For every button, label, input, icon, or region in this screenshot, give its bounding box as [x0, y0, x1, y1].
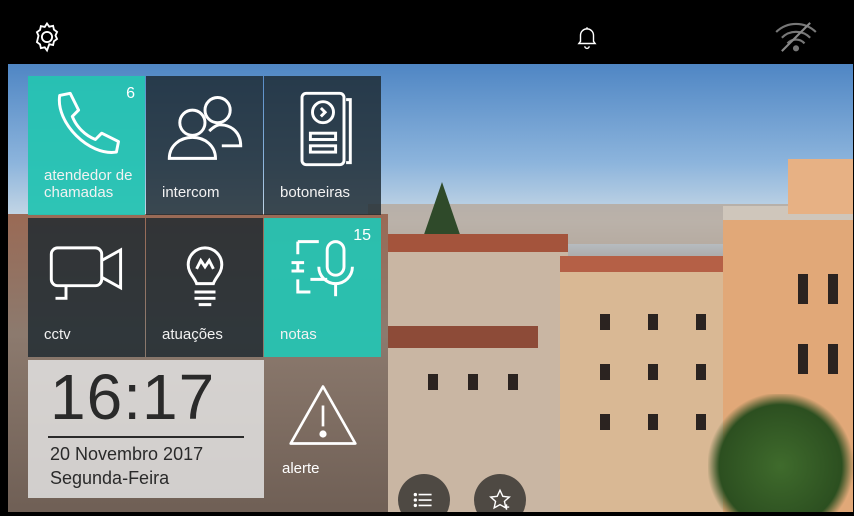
tile-botoneiras[interactable]: botoneiras — [264, 76, 381, 215]
tile-cctv[interactable]: cctv — [28, 218, 145, 357]
clock-widget: 16:17 20 Novembro 2017 Segunda-Feira — [28, 360, 264, 498]
tile-label: atendedor de chamadas — [44, 167, 133, 201]
home-screen: 6 atendedor de chamadas intercom botonei… — [8, 64, 853, 512]
alert-label: alerte — [282, 460, 320, 477]
tile-atuacoes[interactable]: atuações — [146, 218, 263, 357]
wifi-off-icon[interactable] — [773, 20, 819, 54]
lightbulb-icon — [146, 226, 263, 316]
clock-divider — [48, 436, 244, 438]
phone-icon — [28, 84, 145, 174]
tile-label: cctv — [44, 326, 71, 343]
tile-label: notas — [280, 326, 317, 343]
tile-label: botoneiras — [280, 184, 351, 201]
clock-weekday: Segunda-Feira — [50, 468, 170, 488]
tile-label: atuações — [162, 326, 223, 343]
voice-note-icon — [264, 226, 381, 316]
tile-atendedor[interactable]: 6 atendedor de chamadas — [28, 76, 145, 215]
list-icon — [413, 492, 432, 508]
clock-date: 20 Novembro 2017 — [50, 444, 204, 464]
alert-button[interactable]: alerte — [264, 360, 381, 499]
users-icon — [146, 84, 263, 174]
bell-icon[interactable] — [574, 20, 600, 54]
warning-icon — [264, 380, 381, 450]
clock-time: 16:17 — [50, 361, 216, 433]
star-add-icon — [489, 488, 511, 510]
tile-label: intercom — [162, 184, 220, 201]
doorbell-panel-icon — [264, 84, 381, 174]
tile-notas[interactable]: 15 notas — [264, 218, 381, 357]
tile-intercom[interactable]: intercom — [146, 76, 263, 215]
top-bar — [8, 8, 853, 64]
gear-icon[interactable] — [30, 20, 64, 54]
video-camera-icon — [28, 226, 145, 316]
